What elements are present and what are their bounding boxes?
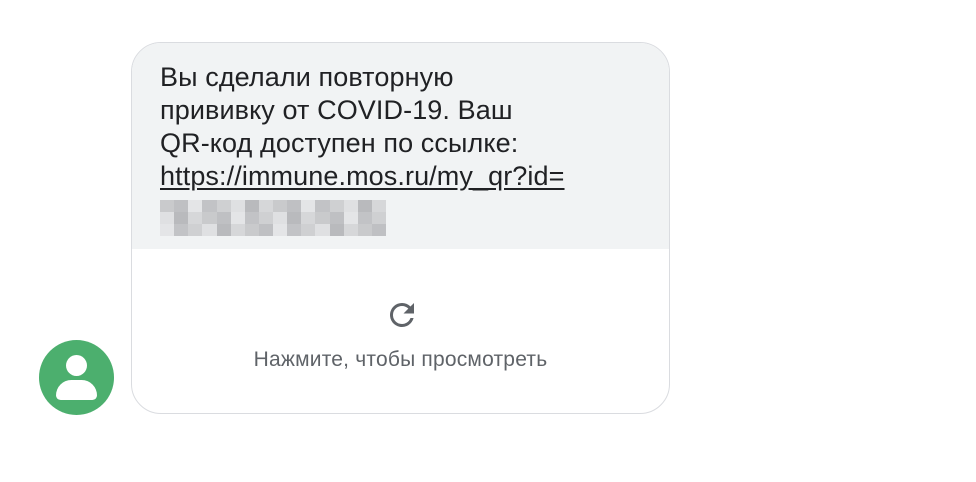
redacted-pixel bbox=[202, 200, 217, 212]
redacted-pixel bbox=[202, 212, 217, 224]
redacted-pixel bbox=[230, 212, 245, 224]
redacted-pixel bbox=[371, 200, 386, 212]
redacted-pixel bbox=[357, 224, 372, 236]
message-body: Вы сделали повторную прививку от COVID-1… bbox=[132, 43, 669, 249]
redacted-pixel bbox=[273, 200, 288, 212]
redacted-pixel bbox=[315, 200, 330, 212]
redacted-pixel bbox=[357, 212, 372, 224]
redacted-pixel bbox=[287, 212, 302, 224]
redacted-pixel bbox=[230, 200, 245, 212]
refresh-icon bbox=[389, 302, 414, 327]
redacted-pixel bbox=[244, 224, 259, 236]
redacted-pixel bbox=[188, 212, 203, 224]
redacted-pixel bbox=[273, 224, 288, 236]
redacted-pixel bbox=[315, 224, 330, 236]
redacted-pixel bbox=[329, 200, 344, 212]
redacted-pixel bbox=[160, 224, 175, 236]
redacted-pixel bbox=[357, 200, 372, 212]
redacted-pixel bbox=[174, 212, 189, 224]
message-bubble[interactable]: Вы сделали повторную прививку от COVID-1… bbox=[131, 42, 670, 414]
redacted-pixel bbox=[216, 200, 231, 212]
message-line-3: QR-код доступен по ссылке: bbox=[160, 128, 519, 158]
redacted-pixel bbox=[371, 212, 386, 224]
message-line-2: прививку от COVID-19. Ваш bbox=[160, 95, 513, 125]
redacted-pixel bbox=[301, 224, 316, 236]
redacted-pixel bbox=[287, 200, 302, 212]
redacted-pixel bbox=[216, 212, 231, 224]
redacted-pixel bbox=[301, 212, 316, 224]
redacted-pixel bbox=[258, 212, 273, 224]
redacted-pixel bbox=[160, 212, 175, 224]
redacted-pixel bbox=[244, 212, 259, 224]
tap-to-view-label: Нажмите, чтобы просмотреть bbox=[253, 348, 548, 371]
redacted-pixel bbox=[258, 200, 273, 212]
message-line-1: Вы сделали повторную bbox=[160, 62, 454, 92]
redacted-pixel bbox=[202, 224, 217, 236]
redacted-pixel bbox=[329, 212, 344, 224]
redacted-pixel bbox=[343, 200, 358, 212]
person-icon-body bbox=[56, 380, 97, 400]
redacted-pixel bbox=[301, 200, 316, 212]
redacted-id-blur bbox=[160, 200, 386, 236]
redacted-pixel bbox=[216, 224, 231, 236]
link-preview-tap-area[interactable]: Нажмите, чтобы просмотреть bbox=[132, 249, 669, 413]
redacted-pixel bbox=[343, 212, 358, 224]
message-text: Вы сделали повторную прививку от COVID-1… bbox=[160, 61, 660, 193]
redacted-pixel bbox=[188, 200, 203, 212]
qr-link[interactable]: https://immune.mos.ru/my_qr?id= bbox=[160, 161, 565, 191]
redacted-pixel bbox=[188, 224, 203, 236]
redacted-pixel bbox=[160, 200, 175, 212]
redacted-pixel bbox=[273, 212, 288, 224]
redacted-pixel bbox=[174, 224, 189, 236]
redacted-pixel bbox=[315, 212, 330, 224]
redacted-pixel bbox=[329, 224, 344, 236]
redacted-pixel bbox=[343, 224, 358, 236]
redacted-pixel bbox=[371, 224, 386, 236]
redacted-pixel bbox=[230, 224, 245, 236]
redacted-pixel bbox=[258, 224, 273, 236]
redacted-pixel bbox=[287, 224, 302, 236]
redacted-pixel bbox=[244, 200, 259, 212]
contact-avatar[interactable] bbox=[39, 340, 114, 415]
person-icon-head bbox=[66, 355, 87, 376]
redacted-pixel bbox=[174, 200, 189, 212]
